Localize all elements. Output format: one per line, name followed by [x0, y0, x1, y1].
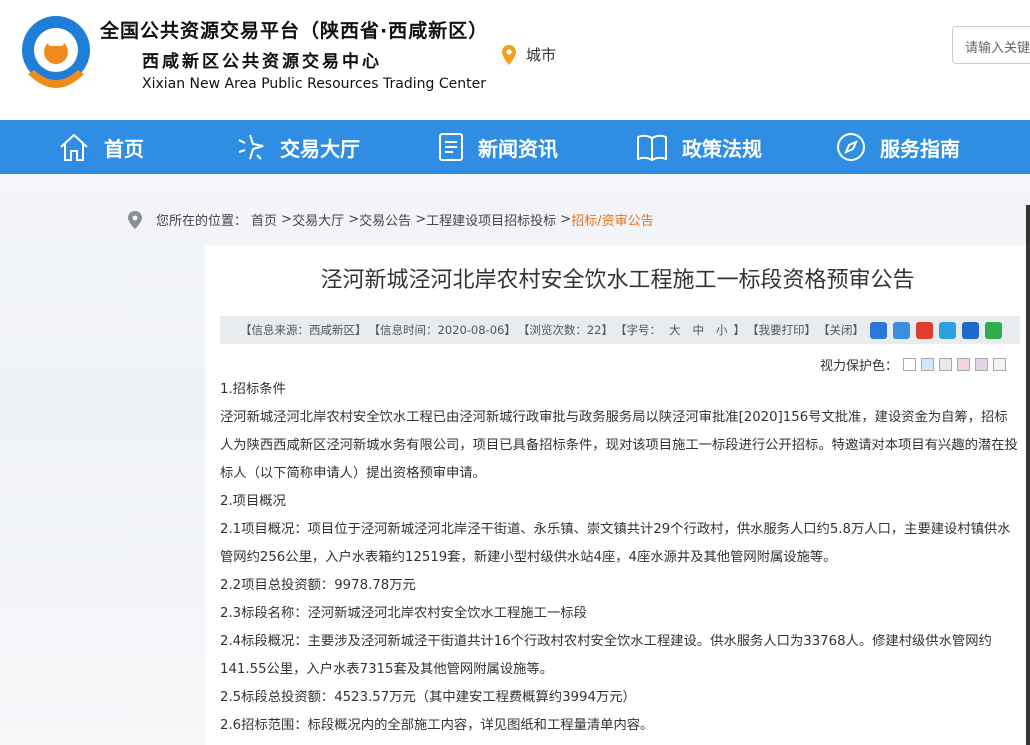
nav-label-home: 首页: [104, 136, 144, 161]
color-swatch-pink[interactable]: [957, 358, 971, 371]
nav-item-home[interactable]: 首页: [58, 120, 144, 174]
section-heading: 1.招标条件: [220, 382, 286, 397]
share-qzone-icon[interactable]: [892, 321, 910, 339]
section-heading: 2.项目概况: [220, 494, 286, 509]
font-size-large[interactable]: 大: [669, 322, 681, 338]
meta-font-end: 】: [733, 323, 745, 337]
nav-label-news: 新闻资讯: [478, 136, 558, 161]
paragraph: 2.6招标范围：标段概况内的全部施工内容，详见图纸和工程量清单内容。: [220, 718, 654, 733]
meta-time: 【信息时间：2020-08-06】: [368, 323, 516, 337]
location-pin-icon: [502, 44, 516, 65]
site-header: 全国公共资源交易平台（陕西省·西咸新区） 西咸新区公共资源交易中心 Xixian…: [0, 0, 1030, 120]
article-meta-bar: 【信息来源：西咸新区】 【信息时间：2020-08-06】 【浏览次数：22】 …: [220, 316, 1020, 344]
compass-icon: [837, 133, 865, 161]
article-title: 泾河新城泾河北岸农村安全饮水工程施工一标段资格预审公告: [320, 268, 915, 293]
search-placeholder: 请输入关键字: [965, 41, 1030, 56]
share-wechat-icon[interactable]: [984, 321, 1002, 339]
paragraph: 2.5标段总投资额：4523.57万元（其中建安工程费概算约3994万元）: [220, 690, 636, 705]
nav-label-policy: 政策法规: [682, 136, 762, 161]
site-title-sub: 西咸新区公共资源交易中心: [142, 52, 382, 72]
nav-label-trading-hall: 交易大厅: [280, 136, 360, 161]
share-icons: [869, 321, 1004, 339]
book-icon: [637, 134, 667, 162]
nav-item-service-guide[interactable]: 服务指南: [836, 120, 960, 174]
breadcrumb-trading-hall[interactable]: 交易大厅: [292, 210, 344, 229]
nav-item-trading-hall[interactable]: 交易大厅: [236, 120, 360, 174]
breadcrumb-announcements[interactable]: 交易公告: [359, 210, 411, 229]
breadcrumb-construction[interactable]: 工程建设项目招标投标: [426, 210, 556, 229]
search-input[interactable]: 请输入关键字: [952, 26, 1030, 64]
share-plus-icon[interactable]: [869, 321, 887, 339]
color-swatch-white[interactable]: [903, 358, 917, 371]
paragraph: 2.2项目总投资额：9978.78万元: [220, 578, 416, 593]
breadcrumb-current[interactable]: 招标/资审公告: [571, 210, 653, 229]
paragraph: 2.4标段概况：主要涉及泾河新城泾干街道共计16个行政村农村安全饮水工程建设。供…: [220, 634, 992, 677]
font-size-small[interactable]: 小: [716, 322, 728, 338]
color-swatch-purple[interactable]: [975, 358, 989, 371]
site-title-block: 全国公共资源交易平台（陕西省·西咸新区） 西咸新区公共资源交易中心 Xixian…: [100, 16, 488, 92]
color-swatch-blue[interactable]: [921, 358, 935, 371]
font-size-medium[interactable]: 中: [692, 322, 704, 338]
nav-item-policy[interactable]: 政策法规: [636, 120, 762, 174]
eye-protection-label: 视力保护色：: [820, 359, 899, 374]
color-swatch-gray[interactable]: [939, 358, 953, 371]
meta-views: 【浏览次数：22】: [517, 323, 613, 337]
nav-item-news[interactable]: 新闻资讯: [438, 120, 558, 174]
paragraph: 2.3标段名称：泾河新城泾河北岸农村安全饮水工程施工一标段: [220, 606, 587, 621]
paragraph: 2.1项目概况：项目位于泾河新城泾河北岸泾干街道、永乐镇、崇文镇共计29个行政村…: [220, 522, 1011, 565]
city-selector[interactable]: 城市: [502, 44, 556, 65]
article-body: 1.招标条件 泾河新城泾河北岸农村安全饮水工程已由泾河新城行政审批与政务服务局以…: [220, 376, 1020, 740]
breadcrumb-home[interactable]: 首页: [251, 210, 277, 229]
share-weibo-icon[interactable]: [915, 321, 933, 339]
main-nav: 首页 交易大厅 新闻资讯 政策法规 服务指南: [0, 120, 1030, 174]
site-title-main: 全国公共资源交易平台（陕西省·西咸新区）: [100, 20, 489, 42]
breadcrumb-prefix: 您所在的位置：: [156, 214, 248, 229]
print-link[interactable]: 【我要打印】: [747, 322, 816, 338]
close-link[interactable]: 【关闭】: [818, 322, 864, 338]
breadcrumb: 您所在的位置： 首页 > 交易大厅 > 交易公告 > 工程建设项目招标投标 > …: [128, 210, 654, 229]
eye-protection-colors: 视力保护色：: [820, 355, 1007, 374]
sparkle-icon: [238, 134, 264, 160]
paragraph: 泾河新城泾河北岸农村安全饮水工程已由泾河新城行政审批与政务服务局以陕泾河审批准[…: [220, 410, 1018, 481]
document-icon: [439, 133, 463, 161]
home-icon: [60, 133, 88, 161]
site-logo[interactable]: [18, 12, 94, 96]
color-swatch-light[interactable]: [993, 358, 1007, 371]
share-renren-icon[interactable]: [961, 321, 979, 339]
share-tencent-icon[interactable]: [938, 321, 956, 339]
location-pin-icon: [128, 210, 142, 229]
city-label: 城市: [526, 46, 557, 64]
meta-source: 【信息来源：西咸新区】: [240, 323, 367, 337]
nav-label-service-guide: 服务指南: [880, 136, 960, 161]
meta-font-label: 【字号：: [614, 323, 661, 337]
site-title-english: Xixian New Area Public Resources Trading…: [142, 76, 486, 92]
